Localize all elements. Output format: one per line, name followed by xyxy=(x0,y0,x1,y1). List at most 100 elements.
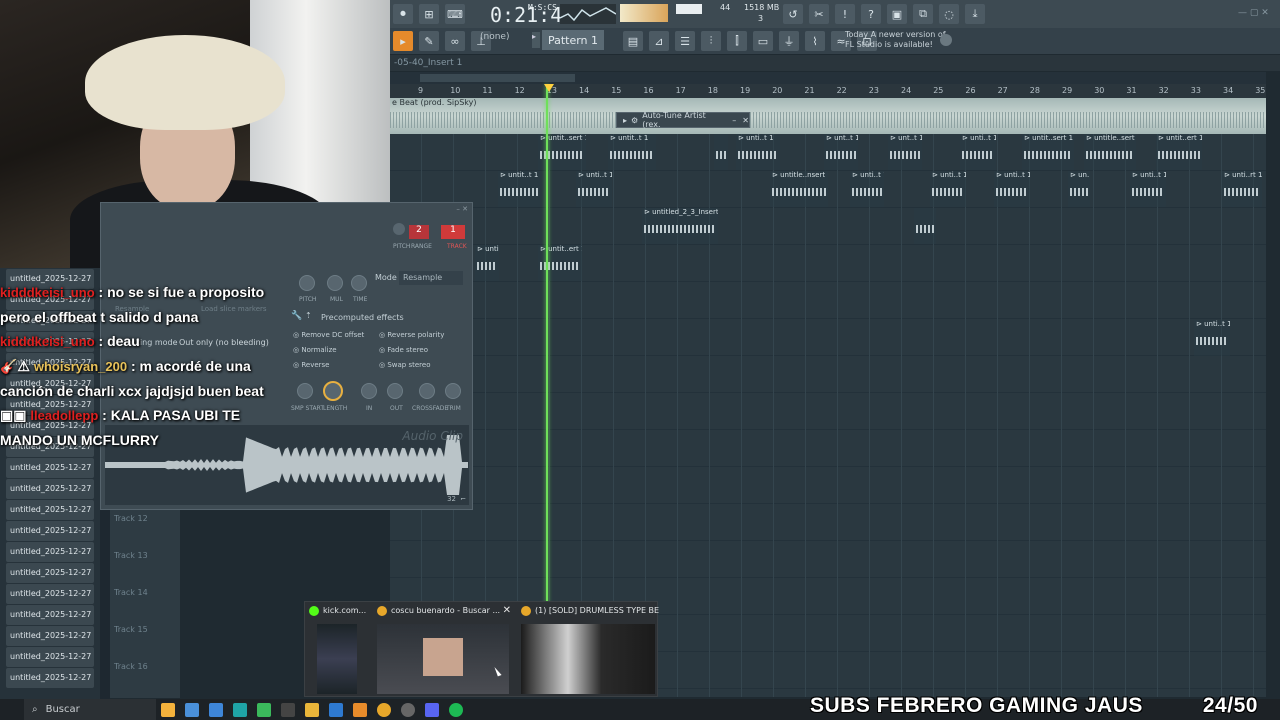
audio-clip[interactable]: ⊳ unti..t 1 xyxy=(576,171,612,207)
audio-clip[interactable]: ⊳ untit..t 1 xyxy=(498,171,540,207)
minimize-icon[interactable]: – xyxy=(732,116,736,125)
file-explorer-icon[interactable] xyxy=(305,702,319,717)
autotune-plugin-bar[interactable]: ▸ ⚙ Auto-Tune Artist (rex. – ✕ xyxy=(616,111,750,129)
out-knob[interactable] xyxy=(387,383,403,399)
info-icon[interactable]: ! xyxy=(835,4,855,24)
track-header[interactable]: Track 16 xyxy=(110,656,180,693)
pencil-icon[interactable]: ✎ xyxy=(419,31,439,51)
track-header[interactable]: Track 15 xyxy=(110,619,180,656)
outlook-icon[interactable] xyxy=(329,702,343,717)
timeline-ruler[interactable]: 9 10 11 12 13 14 15 16 17 18 19 20 21 22 23 24 25 26 27 28 2… xyxy=(390,84,1266,98)
audio-clip[interactable] xyxy=(714,134,728,170)
chrome-taskbar-icon[interactable] xyxy=(377,702,391,717)
help-icon[interactable]: ? xyxy=(861,4,881,24)
typing-keyboard-icon[interactable]: ⌨ xyxy=(445,4,465,24)
audio-clip[interactable]: ⊳ unti..t 1 xyxy=(736,134,780,170)
playhead[interactable] xyxy=(546,84,548,604)
browser-file-item[interactable]: untitled_2025-12-27 03- xyxy=(6,647,94,667)
piano-roll-icon[interactable]: ⊿ xyxy=(649,31,669,51)
smp-start-knob[interactable] xyxy=(297,383,313,399)
audio-clip[interactable]: ⊳ unti..t 1 xyxy=(850,171,884,207)
download-icon[interactable]: ⤓ xyxy=(965,4,985,24)
track-value[interactable]: 1 xyxy=(441,225,465,239)
arrow-right-icon[interactable]: ▸ xyxy=(393,31,413,51)
length-knob[interactable] xyxy=(323,381,343,401)
spotify-icon[interactable] xyxy=(449,702,463,717)
reverse-polarity-checkbox[interactable]: ◎ Reverse polarity xyxy=(379,331,444,339)
browser-file-item[interactable]: untitled_2025-12-27 03- xyxy=(6,584,94,604)
audio-clip[interactable]: ⊳ untit..ert 1 xyxy=(1156,134,1202,170)
preview-chrome-search[interactable]: coscu buenardo - Buscar ... ✕ xyxy=(373,602,513,698)
audio-clip[interactable]: ⊳ unti..t 1 xyxy=(1130,171,1166,207)
audio-clip[interactable]: ⊳ untitle..nsert 1 xyxy=(770,171,828,207)
widget-icon[interactable] xyxy=(161,702,175,717)
clipboard-icon[interactable]: ▭ xyxy=(753,31,773,51)
audio-clip[interactable]: ⊳ unti..t 1 xyxy=(960,134,996,170)
mode-dropdown[interactable]: Resample xyxy=(399,271,463,285)
audio-clip[interactable]: ⊳ unti..t 1 xyxy=(475,245,499,281)
audio-clip[interactable]: ⊳ unti..t 1 xyxy=(930,171,966,207)
master-volume-meter[interactable] xyxy=(620,4,668,22)
window-controls[interactable]: — ▢ ✕ xyxy=(1238,8,1269,18)
audio-clip[interactable]: ⊳ unt..t 1 xyxy=(824,134,858,170)
gear-icon[interactable]: ⚙ xyxy=(631,116,638,125)
pitch-knob-2[interactable] xyxy=(299,275,315,291)
playhead-marker-icon[interactable] xyxy=(544,84,554,92)
trim-knob[interactable] xyxy=(445,383,461,399)
beat-track-clip[interactable]: e Beat (prod. SipSky) xyxy=(390,98,1266,134)
browser-file-item[interactable]: untitled_2025-12-27 03- xyxy=(6,563,94,583)
edge-icon[interactable] xyxy=(233,702,247,717)
pattern-selector-none[interactable]: (none) xyxy=(480,32,509,42)
normalize-checkbox[interactable]: ◎ Normalize xyxy=(293,346,337,354)
plugin-icon[interactable]: ⧉ xyxy=(913,4,933,24)
chat-icon[interactable]: ◌ xyxy=(939,4,959,24)
time-knob[interactable] xyxy=(351,275,367,291)
browser-file-item[interactable]: untitled_2025-12-27 03- xyxy=(6,626,94,646)
audio-clip[interactable]: ⊳ untitle..sert 1 xyxy=(1084,134,1136,170)
audio-clip[interactable]: ⊳ unti..t 1 xyxy=(1194,320,1230,356)
obs-icon[interactable] xyxy=(401,702,415,717)
close-icon[interactable]: ✕ xyxy=(742,116,749,125)
xbox-icon[interactable] xyxy=(257,702,271,717)
mul-knob[interactable] xyxy=(327,275,343,291)
browser-file-item[interactable]: untitled_2025-12-27 03- xyxy=(6,605,94,625)
panel-close-icon[interactable]: – ✕ xyxy=(456,205,468,213)
browser-icon[interactable]: ⫿ xyxy=(727,31,747,51)
copilot-icon[interactable] xyxy=(209,702,223,717)
plug-icon[interactable]: ⏚ xyxy=(779,31,799,51)
preview-kick[interactable]: kick.com... xyxy=(305,602,371,698)
audio-clip[interactable]: ⊳ untit..t 1 xyxy=(608,134,656,170)
track-header[interactable]: Track 12 xyxy=(110,508,180,545)
fade-stereo-checkbox[interactable]: ◎ Fade stereo xyxy=(379,346,428,354)
pattern-selector[interactable]: Pattern 1 xyxy=(542,30,604,50)
save-icon[interactable]: ▣ xyxy=(887,4,907,24)
range-value[interactable]: 2 xyxy=(409,225,429,239)
audio-clip[interactable]: ⊳ untit..ert 1 xyxy=(538,245,582,281)
audio-clip[interactable] xyxy=(914,208,936,244)
remove-dc-checkbox[interactable]: ◎ Remove DC offset xyxy=(293,331,364,339)
discord-icon[interactable] xyxy=(425,702,439,717)
swap-stereo-checkbox[interactable]: ◎ Swap stereo xyxy=(379,361,430,369)
globe-icon[interactable] xyxy=(940,34,952,46)
audio-clip[interactable]: ⊳ unt..t 1 xyxy=(888,134,922,170)
snap-icon[interactable]: ⊞ xyxy=(419,4,439,24)
task-view-icon[interactable] xyxy=(185,702,199,717)
undo-icon[interactable]: ↺ xyxy=(783,4,803,24)
taskbar-search-box[interactable]: ⌕ Buscar xyxy=(24,699,156,720)
fl-studio-icon[interactable] xyxy=(353,702,367,717)
pattern-prev-icon[interactable]: ▸ xyxy=(532,32,540,48)
audio-clip[interactable]: ⊳ un.. xyxy=(1068,171,1090,207)
channel-rack-icon[interactable]: ☰ xyxy=(675,31,695,51)
audio-clip[interactable]: ⊳ untitled_2_3_Insert 1 xyxy=(642,208,718,244)
preview-youtube[interactable]: (1) [SOLD] DRUMLESS TYPE BE... xyxy=(517,602,659,698)
store-icon[interactable] xyxy=(281,702,295,717)
playlist-icon[interactable]: ▤ xyxy=(623,31,643,51)
audio-clip[interactable]: ⊳ unti..t 1 xyxy=(994,171,1030,207)
close-icon[interactable]: ✕ xyxy=(503,605,511,616)
brush-icon[interactable]: ⌇ xyxy=(805,31,825,51)
reverse-checkbox[interactable]: ◎ Reverse xyxy=(293,361,329,369)
browser-file-item[interactable]: untitled_2025-12-27 03- xyxy=(6,542,94,562)
track-header[interactable]: Track 14 xyxy=(110,582,180,619)
record-icon[interactable]: ⏺ xyxy=(393,4,413,24)
crossfade-knob[interactable] xyxy=(419,383,435,399)
